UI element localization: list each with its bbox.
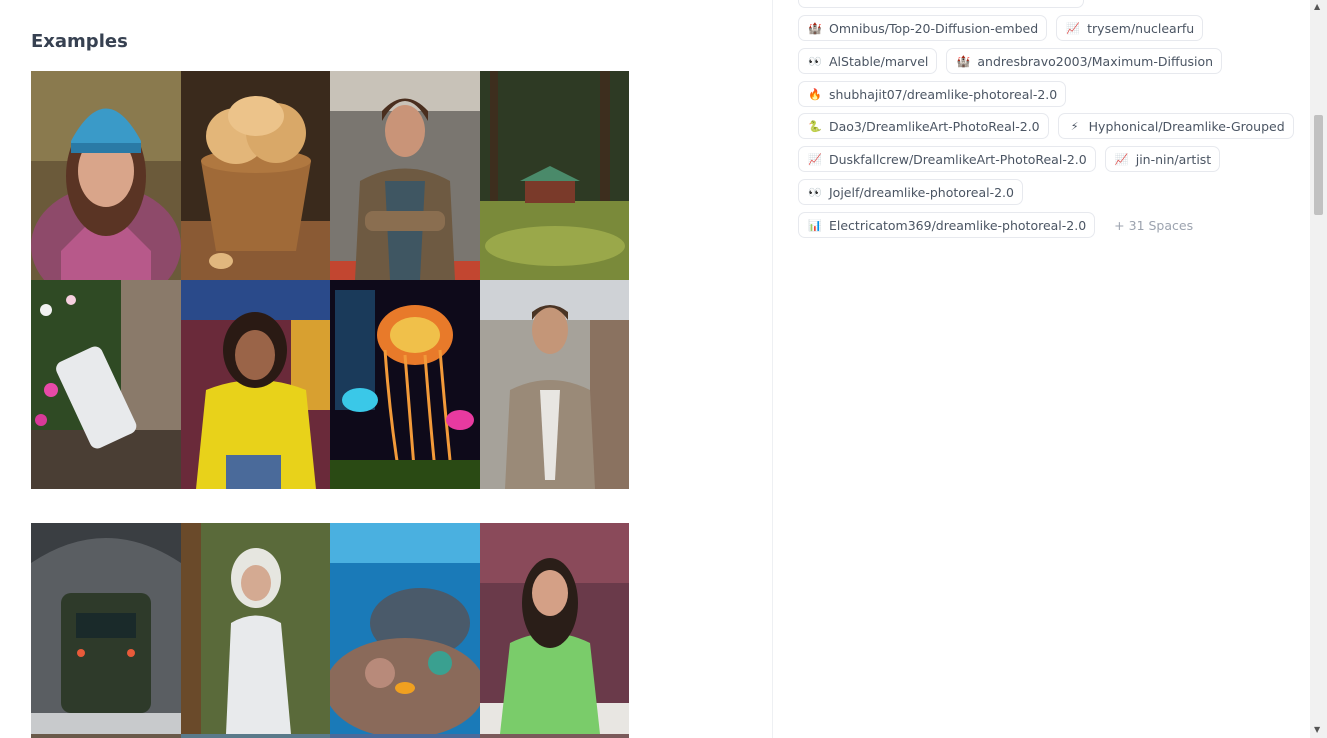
space-chip-label: Dao3/DreamlikeArt-PhotoReal-2.0: [829, 118, 1040, 134]
space-chip-row: 📊 Electricatom369/dreamlike-photoreal-2.0…: [798, 212, 1193, 238]
scroll-down-arrow-icon[interactable]: ▼: [1314, 725, 1320, 734]
space-emoji-icon: 🔥: [808, 87, 822, 101]
example-woman-white-suit[interactable]: [181, 523, 330, 734]
vertical-scrollbar[interactable]: ▲ ▼: [1310, 0, 1327, 738]
space-emoji-icon: 🏰: [808, 21, 822, 35]
space-chip[interactable]: 📊 Electricatom369/dreamlike-photoreal-2.0: [798, 212, 1096, 238]
example-grid-2: [31, 523, 629, 738]
example-next-row-strip: [330, 734, 480, 738]
example-bread-basket[interactable]: [181, 71, 330, 280]
space-chip-row: 🔥 shubhajit07/dreamlike-photoreal-2.0: [798, 81, 1067, 107]
example-neon-jellyfish[interactable]: [330, 280, 480, 489]
space-emoji-icon: 🐍: [808, 119, 822, 133]
space-emoji-icon: 📊: [808, 218, 822, 232]
space-chip[interactable]: 👀 AlStable/marvel: [798, 48, 938, 74]
space-chip-row: 👀 Jojelf/dreamlike-photoreal-2.0: [798, 179, 1023, 205]
space-chip-row: 🐍 Dao3/DreamlikeArt-PhotoReal-2.0 ⚡ Hyphoni…: [798, 113, 1294, 139]
space-emoji-icon: 📈: [808, 152, 822, 166]
space-chip-label: shubhajit07/dreamlike-photoreal-2.0: [829, 86, 1058, 102]
space-chip-label: AlStable/marvel: [829, 53, 929, 69]
space-emoji-icon: 👀: [808, 185, 822, 199]
example-woman-beanie[interactable]: [31, 71, 181, 280]
space-emoji-icon: 👀: [808, 54, 822, 68]
example-woman-yellow-hoodie[interactable]: [181, 280, 330, 489]
space-chip-label: Jojelf/dreamlike-photoreal-2.0: [829, 184, 1014, 200]
space-chip[interactable]: ⚡ Hyphonical/Dreamlike-Grouped: [1057, 113, 1294, 139]
space-chip[interactable]: 🔥 shubhajit07/dreamlike-photoreal-2.0: [798, 81, 1067, 107]
example-next-row-strip: [181, 734, 330, 738]
example-next-row-strip: [480, 734, 629, 738]
space-chip-label: trysem/nuclearfu: [1087, 20, 1195, 36]
space-chip-label: jin-nin/artist: [1135, 151, 1212, 167]
scrollbar-thumb[interactable]: [1314, 115, 1323, 215]
example-man-suit-ruins[interactable]: [480, 280, 629, 489]
example-grid-1: [31, 71, 629, 489]
space-emoji-icon: 📈: [1114, 152, 1129, 166]
space-emoji-icon: 🏰: [956, 54, 971, 68]
space-chip-row: 📈 Duskfallcrew/DreamlikeArt-PhotoReal-2.0…: [798, 146, 1221, 172]
example-woman-green-top[interactable]: [480, 523, 629, 734]
space-chip[interactable]: 🏰 andresbravo2003/Maximum-Diffusion: [946, 48, 1223, 74]
space-chip[interactable]: 👀 Jojelf/dreamlike-photoreal-2.0: [798, 179, 1023, 205]
space-chip-row: 👀 AlStable/marvel 🏰 andresbravo2003/Maximum…: [798, 48, 1223, 74]
example-man-crossed-arms[interactable]: [330, 71, 480, 280]
cropped-space-chip: [798, 0, 1084, 8]
space-chip[interactable]: 🐍 Dao3/DreamlikeArt-PhotoReal-2.0: [798, 113, 1049, 139]
space-chip-row: 🏰 Omnibus/Top-20-Diffusion-embed 📈 trysem/n…: [798, 15, 1204, 41]
space-chip-label: Electricatom369/dreamlike-photoreal-2.0: [829, 217, 1087, 233]
space-chip-label: Omnibus/Top-20-Diffusion-embed: [829, 20, 1039, 36]
space-chip[interactable]: 🏰 Omnibus/Top-20-Diffusion-embed: [798, 15, 1048, 41]
example-cabin-forest[interactable]: [480, 71, 629, 280]
example-coral-reef[interactable]: [330, 523, 480, 734]
spaces-list: 🏰 Omnibus/Top-20-Diffusion-embed 📈 trysem/n…: [773, 0, 1310, 738]
space-chip-label: Hyphonical/Dreamlike-Grouped: [1088, 118, 1285, 134]
more-spaces-link[interactable]: + 31 Spaces: [1114, 218, 1193, 233]
example-train-tunnel[interactable]: [31, 523, 181, 734]
scroll-up-arrow-icon[interactable]: ▲: [1314, 2, 1320, 11]
space-chip[interactable]: 📈 Duskfallcrew/DreamlikeArt-PhotoReal-2.0: [798, 146, 1096, 172]
space-emoji-icon: 📈: [1066, 21, 1080, 35]
space-chip-label: andresbravo2003/Maximum-Diffusion: [977, 53, 1214, 69]
space-chip[interactable]: 📈 jin-nin/artist: [1104, 146, 1221, 172]
space-chip[interactable]: 📈 trysem/nuclearfu: [1056, 15, 1204, 41]
space-emoji-icon: ⚡: [1070, 119, 1079, 133]
examples-heading: Examples: [31, 31, 128, 52]
example-phone-flowers[interactable]: [31, 280, 181, 489]
examples-section: Examples: [0, 0, 772, 738]
space-chip-label: Duskfallcrew/DreamlikeArt-PhotoReal-2.0: [829, 151, 1087, 167]
example-next-row-strip: [31, 734, 181, 738]
